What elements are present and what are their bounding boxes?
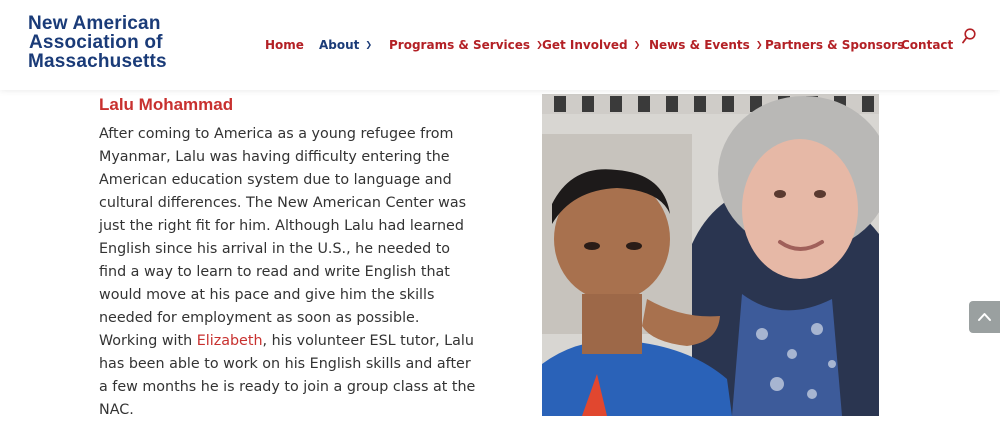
story-person-name: Lalu Mohammad [99,95,234,114]
chevron-up-icon [978,313,991,321]
nav-item-label: Contact [901,38,954,52]
nav-item-label: News & Events [649,38,750,52]
nav-item-label: Programs & Services [389,38,531,52]
story-text: After coming to America as a young refug… [99,123,481,422]
nav-item-label: About [319,38,360,52]
chevron-down-icon: ❯ [755,40,763,49]
tutor-link[interactable]: Elizabeth [197,333,263,349]
search-icon[interactable] [962,28,976,44]
nav-item-contact[interactable]: Contact [901,38,953,52]
nav-item-get-involved[interactable]: Get Involved ❯ [542,38,640,52]
nav-item-label: Home [265,38,304,52]
nav-item-label: Partners & Sponsors [765,38,905,52]
nav-item-news-events[interactable]: News & Events ❯ [649,38,763,52]
story-section: Lalu Mohammad After coming to America as… [0,90,1000,418]
scroll-to-top-button[interactable] [969,301,1000,333]
main-navigation: Home About ❯ Programs & Services ❯ Get Inv… [0,38,1000,54]
nav-item-label: Get Involved [542,38,628,52]
chevron-down-icon: ❯ [633,40,641,49]
logo-line-1: New American [28,13,161,34]
logo-line-3: Massachusetts [28,51,167,72]
portrait-photo [542,94,879,416]
nav-item-home[interactable]: Home [265,38,304,52]
site-header: New American Association of Massachusett… [0,0,1000,90]
chevron-down-icon: ❯ [365,40,373,49]
nav-item-programs-services[interactable]: Programs & Services ❯ [389,38,543,52]
story-text-part-1: After coming to America as a young refug… [99,126,467,349]
nav-item-about[interactable]: About ❯ [319,38,372,52]
photo-illustration [542,94,879,416]
nav-item-partners-sponsors[interactable]: Partners & Sponsors [765,38,904,52]
